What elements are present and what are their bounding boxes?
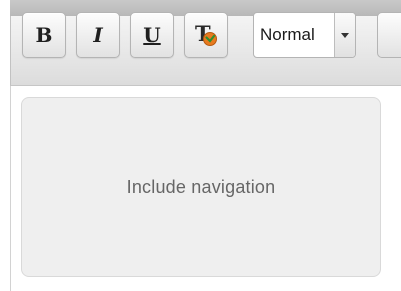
bold-button[interactable]: B — [22, 12, 66, 58]
caret-down-icon — [341, 32, 349, 38]
bold-icon: B — [35, 23, 53, 47]
clear-formatting-button[interactable]: T — [184, 12, 228, 58]
widget-label: Include navigation — [126, 176, 276, 197]
underline-icon: U — [143, 23, 161, 47]
clear-formatting-icon: T — [195, 21, 217, 46]
include-navigation-widget[interactable]: Include navigation — [21, 97, 381, 277]
overflow-toolbar-button[interactable] — [377, 12, 401, 58]
italic-button[interactable]: I — [76, 12, 120, 58]
format-select-arrow[interactable] — [334, 13, 355, 57]
paragraph-format-select[interactable]: Normal — [253, 12, 356, 58]
italic-icon: I — [93, 23, 103, 47]
underline-button[interactable]: U — [130, 12, 174, 58]
format-select-value: Normal — [260, 25, 315, 44]
